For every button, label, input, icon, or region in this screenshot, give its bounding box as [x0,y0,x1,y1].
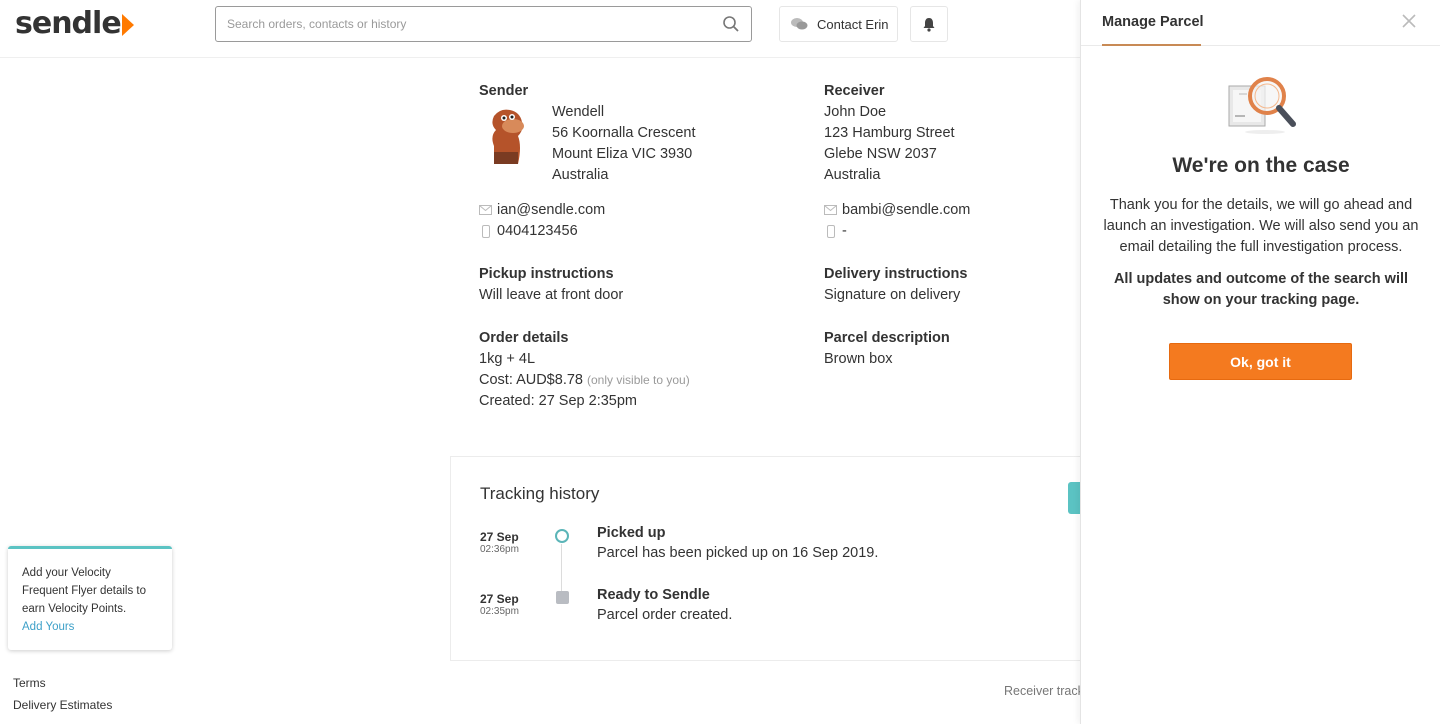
panel-header: Manage Parcel [1081,0,1440,46]
sender-address: Wendell 56 Koornalla Crescent Mount Eliz… [552,102,812,186]
sender-label: Sender [479,83,529,99]
tracking-event-desc: Parcel order created. [597,607,733,623]
sender-email: ian@sendle.com [497,202,606,218]
timeline-line [561,544,562,592]
order-cost: Cost: AUD$8.78 [479,372,583,388]
tracking-title: Tracking history [480,484,600,503]
order-cost-note: (only visible to you) [587,373,690,387]
receiver-phone: - [842,223,847,239]
panel-title: Manage Parcel [1102,14,1204,30]
delivery-estimates-link[interactable]: Delivery Estimates [13,698,112,712]
event-time: 02:36pm [480,544,519,555]
velocity-promo-card: Add your Velocity Frequent Flyer details… [8,546,172,650]
velocity-add-link[interactable]: Add Yours [22,621,74,633]
sender-address-line1: 56 Koornalla Crescent [552,125,696,141]
receiver-name: John Doe [824,104,887,120]
receiver-label: Receiver [824,83,885,99]
tracking-event-date: 27 Sep 02:36pm [480,531,519,556]
event-date: 27 Sep [480,592,519,606]
receiver-country: Australia [824,167,881,183]
parcel-label: Parcel description [824,330,950,346]
search-input[interactable] [216,7,696,41]
notifications-button[interactable] [910,6,948,42]
order-created: Created: 27 Sep 2:35pm [479,393,637,409]
timeline-circle-icon [555,529,569,543]
delivery-section: Delivery instructions Signature on deliv… [824,264,1074,306]
sender-country: Australia [552,167,609,183]
top-bar: sendle Contact Erin [0,0,1080,58]
phone-icon [482,224,490,238]
tracking-event-title: Ready to Sendle [597,587,710,603]
contact-button[interactable]: Contact Erin [779,6,898,42]
order-section: Order details 1kg + 4L Cost: AUD$8.78 (o… [479,328,809,412]
receiver-section: Receiver John Doe 123 Hamburg Street Gle… [824,81,1074,186]
pickup-value: Will leave at front door [479,287,624,303]
envelope-icon [824,205,837,216]
search-box [215,6,752,42]
receiver-contact: bambi@sendle.com - [824,200,1074,242]
receiver-address-line2: Glebe NSW 2037 [824,146,937,162]
order-cost-row: Cost: AUD$8.78 (only visible to you) [479,370,809,391]
order-label: Order details [479,330,569,346]
panel-body-text: Thank you for the details, we will go ah… [1103,197,1419,255]
tracking-event-date: 27 Sep 02:35pm [480,593,519,618]
sender-phone-row: 0404123456 [479,221,779,242]
receiver-email-row: bambi@sendle.com [824,200,1074,221]
panel-bold-text: All updates and outcome of the search wi… [1113,271,1409,308]
receiver-address-line1: 123 Hamburg Street [824,125,955,141]
contact-label: Contact Erin [817,16,889,32]
search-icon[interactable] [722,15,740,33]
sender-email-row: ian@sendle.com [479,200,779,221]
phone-icon [827,224,835,238]
order-size: 1kg + 4L [479,351,536,367]
sender-name: Wendell [552,104,605,120]
magnifier-document-icon [1228,77,1296,134]
panel-heading: We're on the case [1172,154,1350,177]
sender-avatar [492,109,524,164]
tracking-event-title: Picked up [597,525,666,541]
panel-title-underline [1102,44,1201,46]
ok-got-it-button[interactable]: Ok, got it [1169,343,1352,380]
close-icon[interactable] [1401,13,1417,29]
tracking-history-card: Tracking history 27 Sep 02:36pm Picked u… [450,456,1090,661]
chat-bubbles-icon [791,18,808,30]
sendle-logo[interactable]: sendle [15,5,134,41]
delivery-label: Delivery instructions [824,266,968,282]
bell-icon [923,17,935,32]
pickup-label: Pickup instructions [479,266,614,282]
receiver-phone-row: - [824,221,1074,242]
envelope-icon [479,205,492,216]
tracking-event-desc: Parcel has been picked up on 16 Sep 2019… [597,545,879,561]
sender-address-line2: Mount Eliza VIC 3930 [552,146,693,162]
sender-section: Sender [479,81,809,102]
delivery-value: Signature on delivery [824,287,961,303]
terms-link[interactable]: Terms [13,676,46,690]
timeline-square-icon [556,591,569,604]
receiver-email: bambi@sendle.com [842,202,971,218]
parcel-section: Parcel description Brown box [824,328,1074,370]
velocity-text: Add your Velocity Frequent Flyer details… [22,567,147,615]
logo-text: sendle [15,5,122,41]
sender-contact: ian@sendle.com 0404123456 [479,200,779,242]
sender-phone: 0404123456 [497,223,578,239]
pickup-section: Pickup instructions Will leave at front … [479,264,809,306]
parcel-value: Brown box [824,351,893,367]
manage-parcel-panel: Manage Parcel We're on the case Thank yo… [1080,0,1440,724]
receiver-tracking-link[interactable]: Receiver track [1004,684,1084,698]
logo-chevron-icon [121,14,134,36]
event-time: 02:35pm [480,606,519,617]
event-date: 27 Sep [480,530,519,544]
